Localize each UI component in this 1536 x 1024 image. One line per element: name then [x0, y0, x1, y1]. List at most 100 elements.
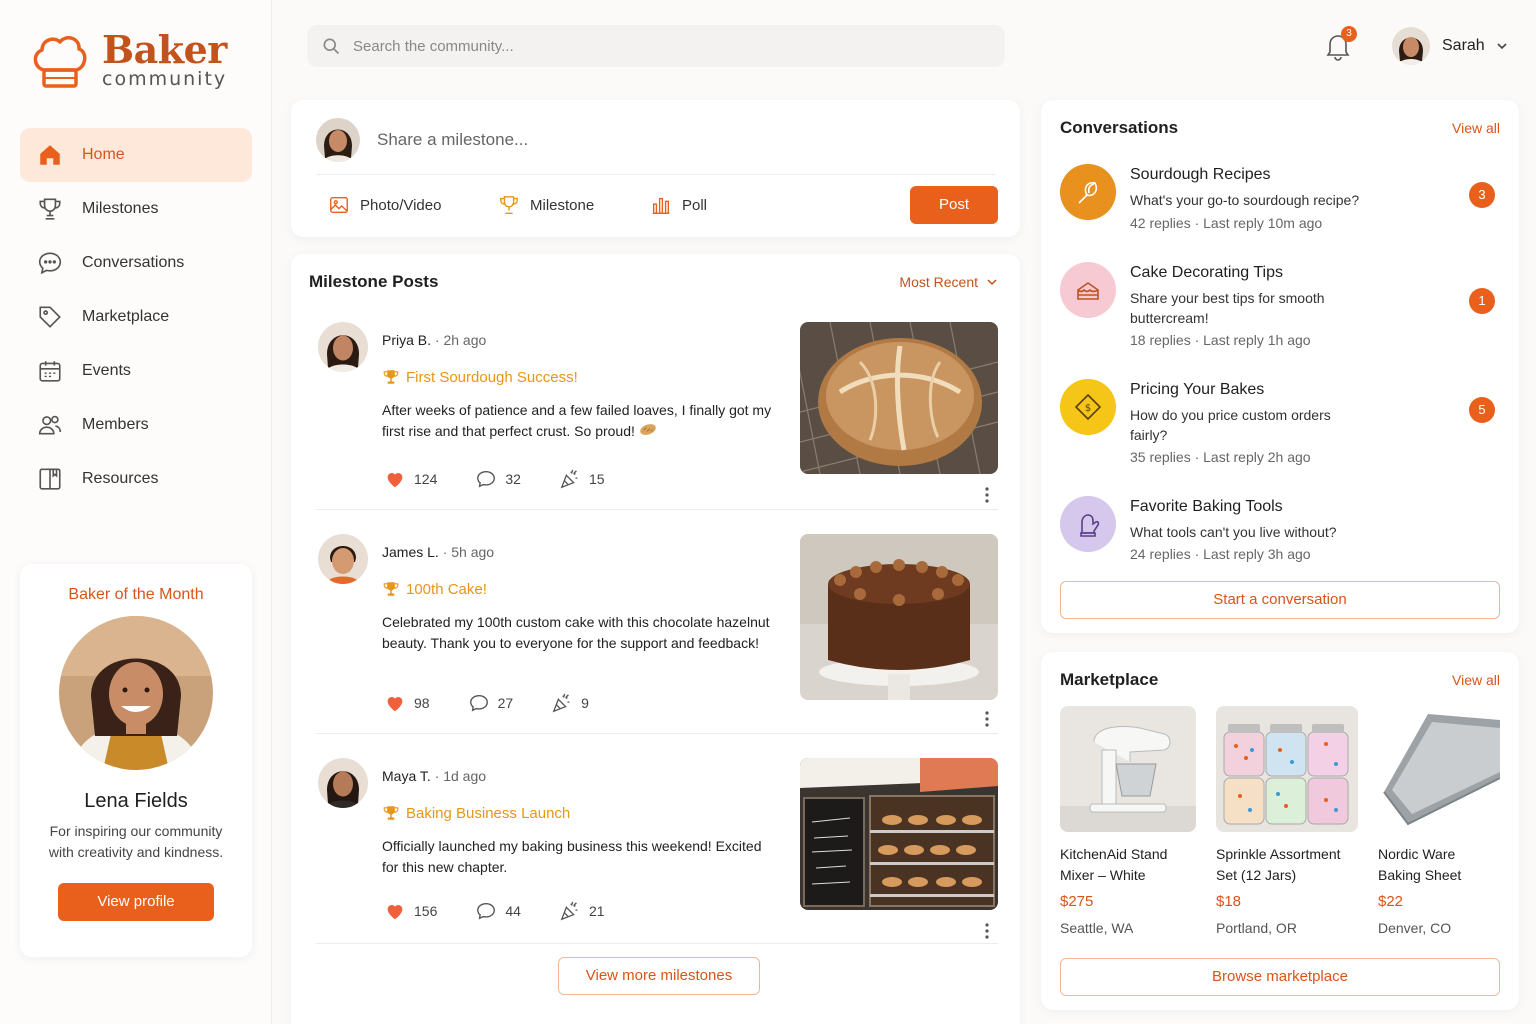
cake-icon — [1060, 262, 1116, 318]
post-stats: 124 32 15 — [384, 468, 643, 490]
sidebar-item-resources[interactable]: Resources — [20, 452, 252, 506]
milestone-tag: First Sourdough Success! — [382, 368, 578, 386]
avatar — [316, 118, 360, 162]
featured-baker-name: Lena Fields — [84, 790, 188, 812]
unread-count-badge: 3 — [1469, 182, 1495, 208]
post-image-cake[interactable] — [800, 534, 998, 700]
cheer-button[interactable]: 9 — [551, 692, 589, 714]
conversation-title: Favorite Baking Tools — [1130, 498, 1283, 515]
like-button[interactable]: 156 — [384, 900, 437, 922]
oven-mitt-icon — [1060, 496, 1116, 552]
conversation-description: What tools can't you live without? — [1130, 524, 1337, 540]
sidebar-item-milestones[interactable]: Milestones — [20, 182, 252, 236]
conversation-item[interactable]: Cake Decorating Tips Share your best tip… — [1060, 262, 1500, 362]
view-all-conversations-link[interactable]: View all — [1452, 120, 1500, 136]
milestone-button[interactable]: Milestone — [498, 194, 594, 216]
search-input[interactable] — [353, 37, 953, 55]
sidebar: Baker community Home Milestones Conversa… — [0, 0, 272, 1024]
like-button[interactable]: 98 — [384, 692, 430, 714]
view-all-marketplace-link[interactable]: View all — [1452, 672, 1500, 688]
product-card[interactable]: Nordic Ware Baking Sheet $22 Denver, CO — [1378, 706, 1500, 936]
sidebar-item-conversations[interactable]: Conversations — [20, 236, 252, 290]
cheer-button[interactable]: 15 — [559, 468, 605, 490]
more-options-icon[interactable] — [984, 486, 990, 507]
conversation-description: Share your best tips for smooth buttercr… — [1130, 290, 1325, 326]
section-title: Milestone Posts — [309, 272, 439, 291]
post-body: After weeks of patience and a few failed… — [382, 400, 772, 442]
user-name: Sarah — [1442, 37, 1485, 54]
product-card[interactable]: KitchenAid Stand Mixer – White $275 Seat… — [1060, 706, 1196, 936]
poll-button[interactable]: Poll — [650, 194, 707, 216]
cheer-button[interactable]: 21 — [559, 900, 605, 922]
featured-baker-description: For inspiring our community with creativ… — [48, 823, 224, 860]
conversation-meta: 42 replies · Last reply 10m ago — [1130, 215, 1323, 231]
product-price: $22 — [1378, 893, 1404, 910]
sidebar-item-home[interactable]: Home — [20, 128, 252, 182]
unread-count-badge: 1 — [1469, 288, 1495, 314]
post-header: Priya B. · 2h ago — [382, 332, 487, 348]
sidebar-nav: Home Milestones Conversations Marketplac… — [20, 128, 252, 506]
author-name[interactable]: James L. — [382, 544, 439, 560]
logo-title: Baker — [102, 27, 227, 72]
comment-count: 44 — [505, 903, 521, 919]
start-conversation-button[interactable]: Start a conversation — [1060, 581, 1500, 619]
logo[interactable]: Baker community — [30, 30, 227, 92]
milestone-tag-label: Baking Business Launch — [406, 804, 571, 822]
post-image-sourdough[interactable] — [800, 322, 998, 474]
trophy-icon — [36, 195, 64, 223]
photo-video-button[interactable]: Photo/Video — [328, 194, 441, 216]
sidebar-item-label: Members — [82, 416, 149, 433]
more-options-icon[interactable] — [984, 922, 990, 943]
user-menu[interactable]: Sarah — [1392, 27, 1509, 65]
notification-count-badge: 3 — [1341, 26, 1357, 42]
poll-label: Poll — [682, 196, 708, 214]
conversation-item[interactable]: Favorite Baking Tools What tools can't y… — [1060, 496, 1500, 566]
conversation-item[interactable]: $ Pricing Your Bakes How do you price cu… — [1060, 379, 1500, 479]
tag-icon — [36, 303, 64, 331]
avatar[interactable] — [318, 758, 368, 808]
like-count: 98 — [414, 695, 430, 711]
comment-button[interactable]: 27 — [468, 692, 513, 714]
product-card[interactable]: Sprinkle Assortment Set (12 Jars) $18 Po… — [1216, 706, 1358, 936]
home-icon — [36, 141, 64, 169]
comment-button[interactable]: 44 — [475, 900, 521, 922]
milestone-tag-label: 100th Cake! — [406, 580, 487, 598]
avatar[interactable] — [318, 322, 368, 372]
price-tag-icon: $ — [1060, 379, 1116, 435]
comment-button[interactable]: 32 — [475, 468, 521, 490]
author-name[interactable]: Priya B. — [382, 332, 431, 348]
product-price: $275 — [1060, 893, 1094, 910]
conversation-meta: 18 replies · Last reply 1h ago — [1130, 332, 1311, 348]
share-milestone-input[interactable]: Share a milestone... — [377, 130, 528, 150]
sidebar-item-marketplace[interactable]: Marketplace — [20, 290, 252, 344]
post-button[interactable]: Post — [910, 186, 998, 224]
view-profile-button[interactable]: View profile — [58, 883, 214, 921]
comment-count: 32 — [505, 471, 521, 487]
sort-dropdown[interactable]: Most Recent — [899, 274, 998, 290]
product-name: KitchenAid Stand Mixer – White — [1060, 846, 1168, 883]
avatar[interactable] — [318, 534, 368, 584]
notifications-button[interactable]: 3 — [1322, 26, 1357, 62]
sidebar-item-events[interactable]: Events — [20, 344, 252, 398]
bar-chart-icon — [652, 197, 670, 214]
sidebar-item-members[interactable]: Members — [20, 398, 252, 452]
conversation-description: What's your go-to sourdough recipe? — [1130, 192, 1360, 208]
post-stats: 156 44 21 — [384, 900, 643, 922]
image-icon — [330, 196, 348, 214]
divider — [316, 174, 996, 175]
trophy-icon — [500, 196, 518, 214]
sidebar-item-label: Events — [82, 362, 131, 379]
post-time: 1d ago — [443, 768, 487, 784]
like-button[interactable]: 124 — [384, 468, 437, 490]
more-options-icon[interactable] — [984, 710, 990, 731]
party-popper-icon — [560, 901, 578, 921]
browse-marketplace-button[interactable]: Browse marketplace — [1060, 958, 1500, 996]
view-more-milestones-button[interactable]: View more milestones — [558, 957, 760, 995]
conversation-item[interactable]: Sourdough Recipes What's your go-to sour… — [1060, 164, 1500, 244]
cheer-count: 15 — [588, 471, 605, 487]
search-bar[interactable] — [307, 25, 1005, 67]
author-name[interactable]: Maya T. — [382, 768, 431, 784]
conversation-title: Sourdough Recipes — [1130, 166, 1271, 183]
search-icon — [323, 38, 340, 55]
post-image-bakery[interactable] — [800, 758, 998, 910]
